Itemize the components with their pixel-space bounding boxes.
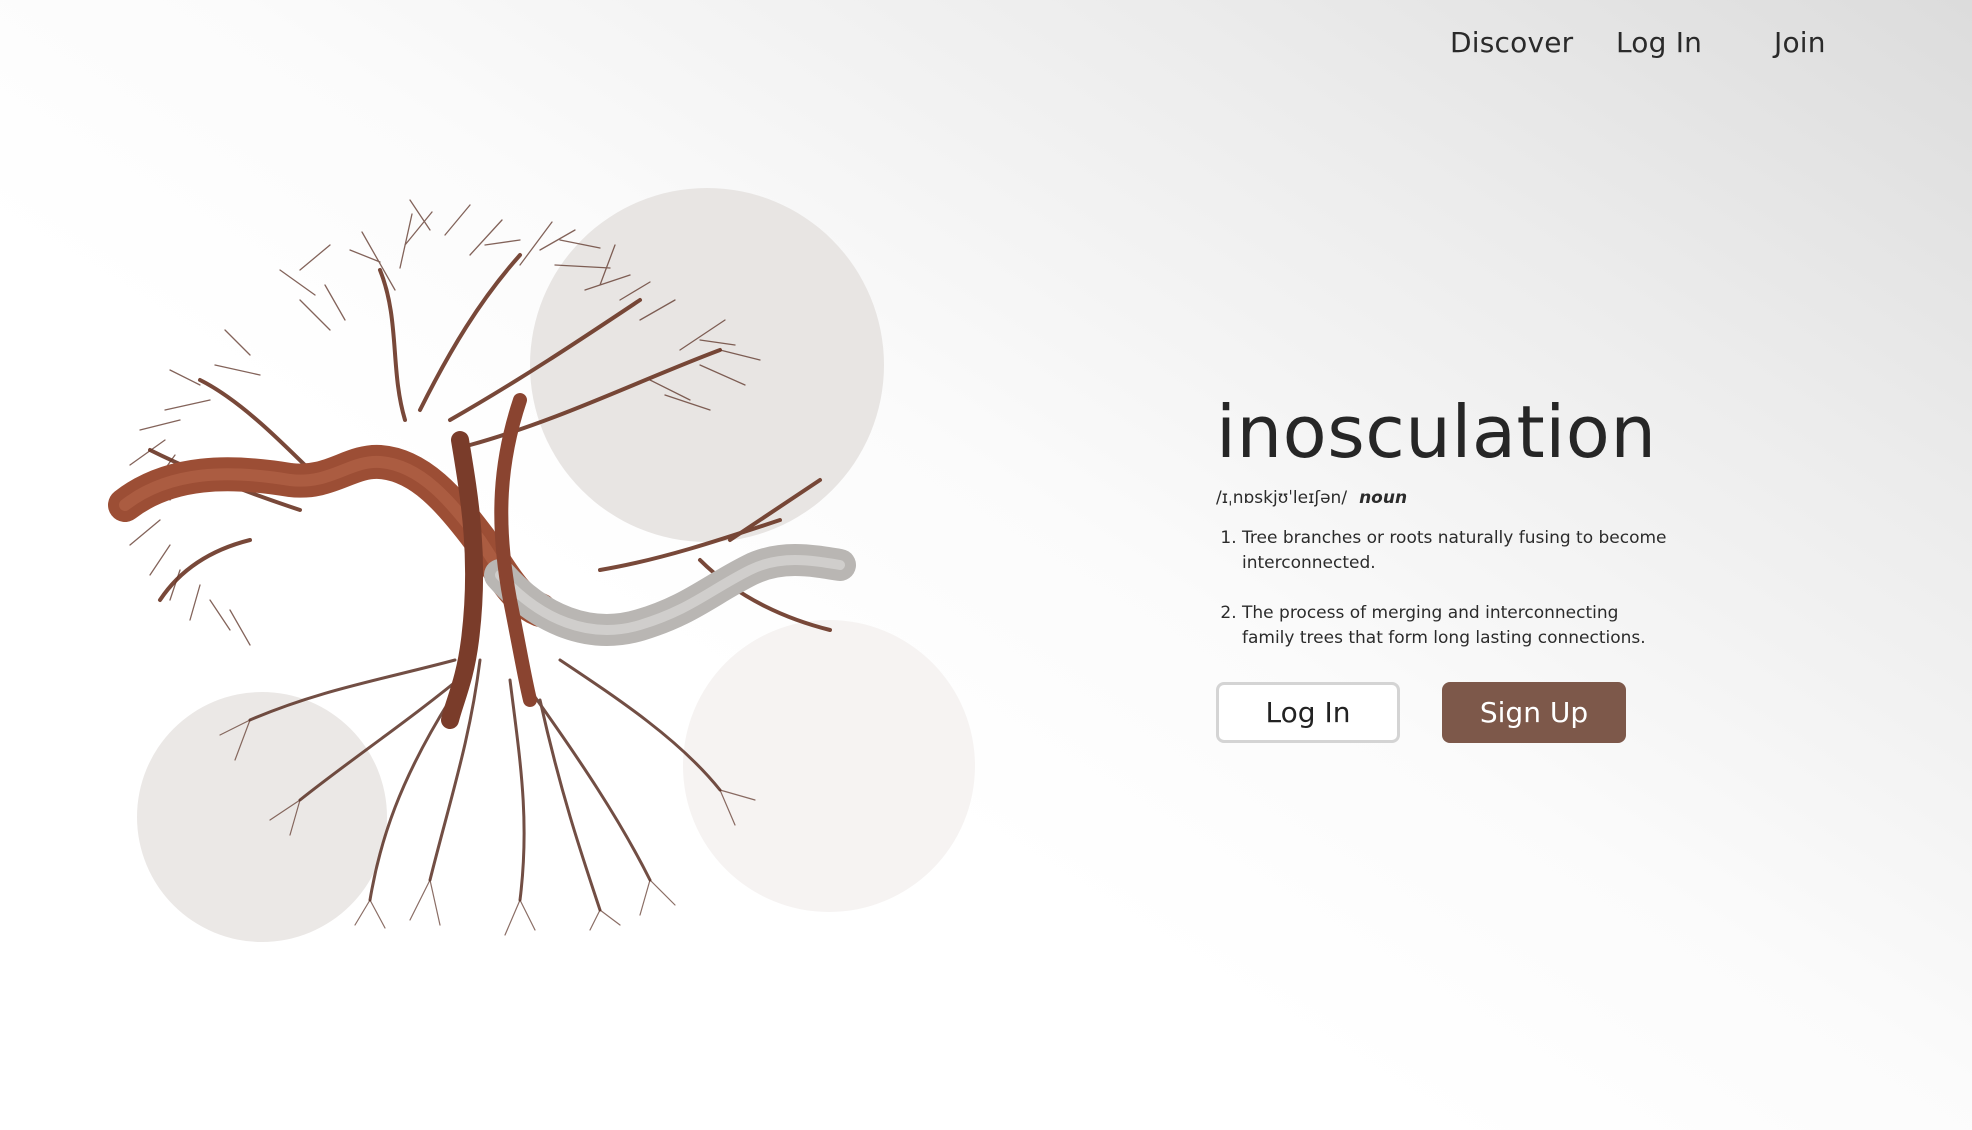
top-navigation: Discover Log In Join [1420,26,1840,66]
word-heading: inosculation [1216,390,1657,474]
part-of-speech: noun [1359,488,1408,508]
nav-join-link[interactable]: Join [1774,26,1826,59]
nav-login-link[interactable]: Log In [1616,26,1702,59]
login-button[interactable]: Log In [1216,682,1400,743]
auth-actions: Log In Sign Up [1216,682,1636,744]
pronunciation-line: /ɪˌnɒskjʊˈleɪʃən/noun [1216,488,1676,508]
hero-illustration [0,0,1010,1130]
definition-panel: inosculation /ɪˌnɒskjʊˈleɪʃən/noun Tree … [1216,396,1676,651]
definition-item: The process of merging and interconnecti… [1242,601,1676,651]
definition-list: Tree branches or roots naturally fusing … [1216,526,1676,651]
definition-item: Tree branches or roots naturally fusing … [1242,526,1676,576]
pronunciation: /ɪˌnɒskjʊˈleɪʃən/ [1216,488,1348,508]
nav-discover-link[interactable]: Discover [1450,26,1573,59]
tree-image [108,199,856,936]
signup-button[interactable]: Sign Up [1442,682,1626,743]
